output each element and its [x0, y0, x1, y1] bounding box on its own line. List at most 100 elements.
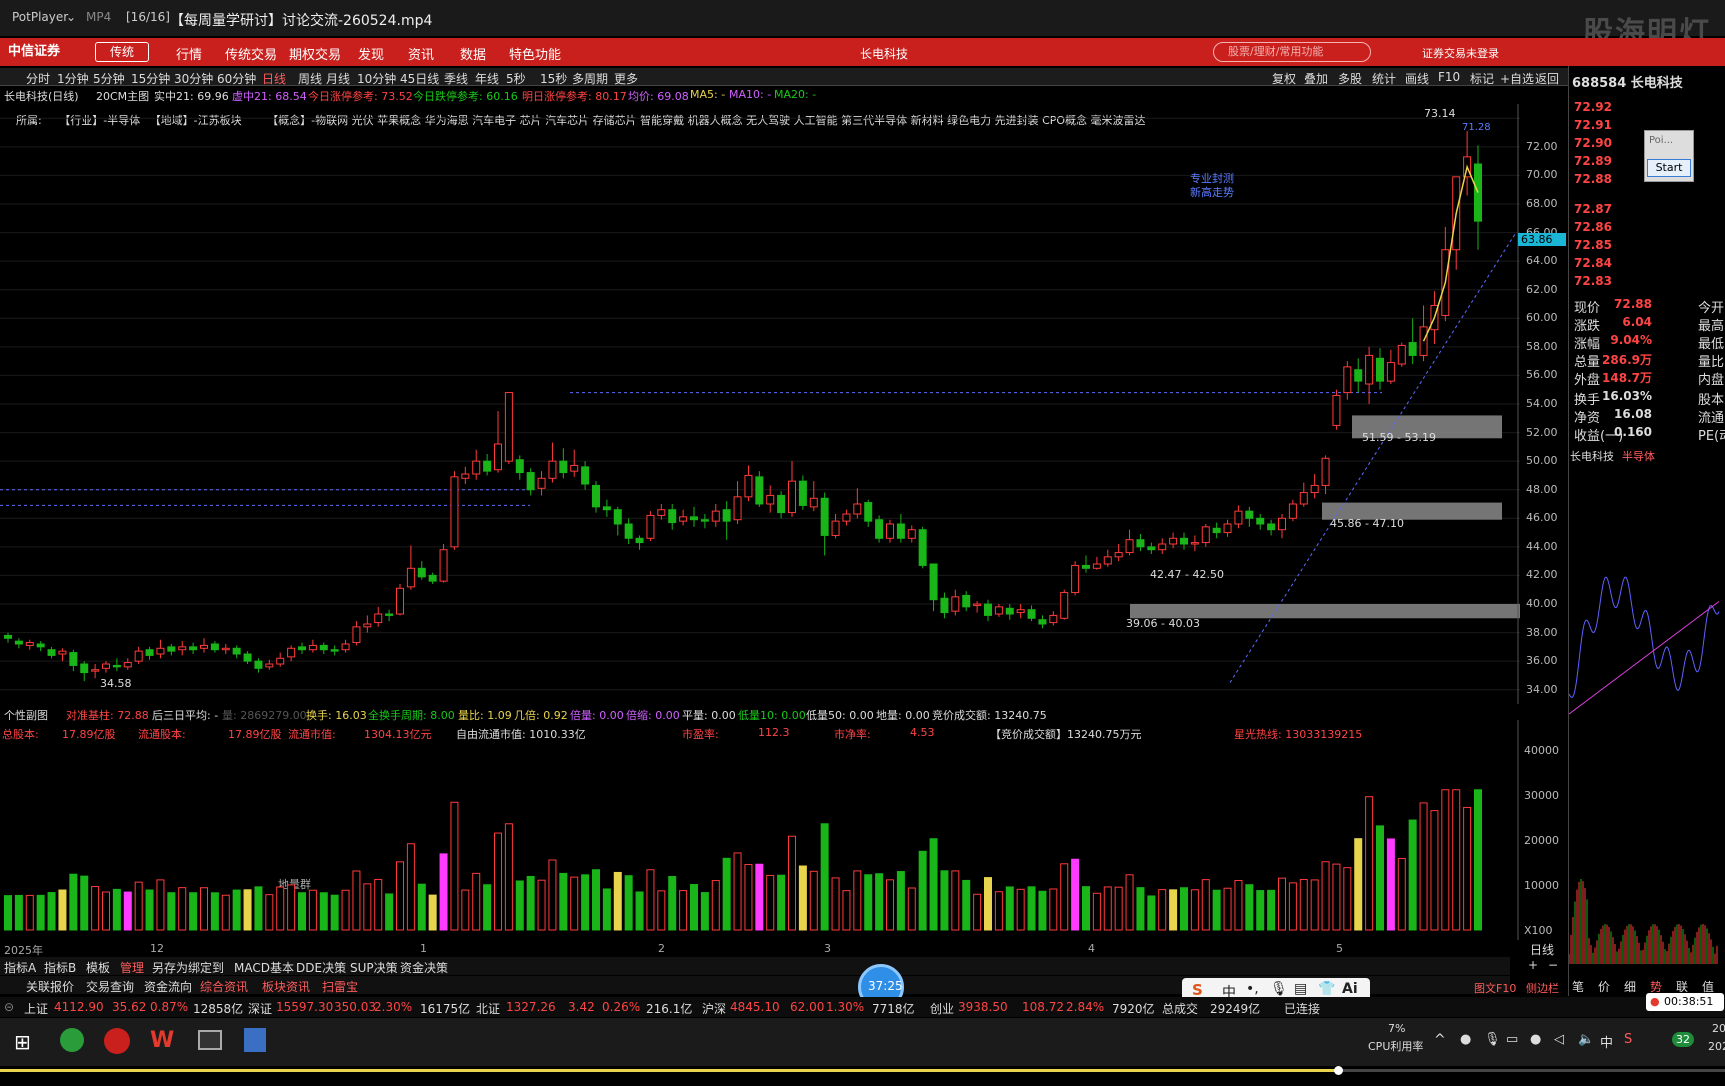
index-sz-label[interactable]: 深证	[248, 1000, 272, 1017]
period-tab-10[interactable]: 45日线	[400, 70, 439, 87]
sogou-tray-icon[interactable]: S	[1624, 1032, 1632, 1047]
menu-item-quote[interactable]: 行情	[176, 44, 202, 63]
minute-chart[interactable]	[1569, 464, 1725, 964]
skin-icon[interactable]: 👕	[1318, 981, 1335, 997]
zoom-out-button[interactable]: −	[1548, 958, 1558, 972]
image-viewer-icon[interactable]	[244, 1028, 266, 1052]
tool-button-1[interactable]: 叠加	[1304, 70, 1328, 87]
main-indicator[interactable]: 20CM主图	[96, 88, 149, 104]
index-sh-label[interactable]: 上证	[24, 1000, 48, 1017]
info-tab-4[interactable]: 板块资讯	[262, 978, 310, 995]
volume-chart[interactable]	[0, 720, 1520, 940]
tool-button-4[interactable]: 画线	[1405, 70, 1429, 87]
menu-item-features[interactable]: 特色功能	[509, 44, 561, 63]
period-tab-7[interactable]: 周线	[298, 70, 322, 87]
windows-start-icon[interactable]: ⊞	[14, 1030, 31, 1054]
menu-item-news[interactable]: 资讯	[408, 44, 434, 63]
quote-panel-tab-0[interactable]: 笔	[1572, 978, 1584, 995]
microphone-icon[interactable]: 🎙	[1270, 981, 1288, 997]
quote-panel-tab-1[interactable]: 价	[1598, 978, 1610, 995]
settings-icon[interactable]: ⊝	[4, 1000, 14, 1014]
mode-dropdown[interactable]: 传统	[95, 42, 149, 62]
period-tab-1[interactable]: 1分钟	[57, 70, 89, 87]
start-button[interactable]: Start	[1647, 159, 1691, 177]
period-tab-4[interactable]: 30分钟	[174, 70, 213, 87]
period-tab-8[interactable]: 月线	[326, 70, 350, 87]
info-tab-5[interactable]: 扫雷宝	[322, 978, 358, 995]
indicator-tab-3[interactable]: 管理	[120, 959, 144, 976]
volume-icon[interactable]: ◁	[1554, 1032, 1564, 1047]
info-tab-1[interactable]: 交易查询	[86, 978, 134, 995]
f10-link[interactable]: 图文F10	[1474, 980, 1516, 996]
app-name[interactable]: PotPlayer	[12, 10, 68, 24]
period-tab-12[interactable]: 年线	[475, 70, 499, 87]
indicator-tab-7[interactable]: DDE决策	[296, 959, 346, 976]
progress-handle[interactable]	[1334, 1066, 1343, 1075]
indicator-tab-6[interactable]: MACD基本	[234, 959, 294, 976]
period-tab-14[interactable]: 15秒	[540, 70, 567, 87]
ai-icon[interactable]: Ai	[1342, 981, 1358, 997]
period-tab-daily[interactable]: 日线	[1530, 941, 1554, 958]
video-progress-bar[interactable]	[0, 1066, 1725, 1086]
menu-item-data[interactable]: 数据	[460, 44, 486, 63]
search-input[interactable]: 股票/理财/常用功能	[1213, 42, 1371, 62]
period-tab-3[interactable]: 15分钟	[131, 70, 170, 87]
menu-item-trade[interactable]: 传统交易	[225, 44, 277, 63]
volume-bar	[646, 869, 655, 931]
indicator-tab-1[interactable]: 指标B	[44, 959, 76, 976]
browser-icon[interactable]	[60, 1028, 84, 1052]
index-hs-label[interactable]: 沪深	[702, 1000, 726, 1017]
menu-item-discover[interactable]: 发现	[358, 44, 384, 63]
quote-panel-tab-2[interactable]: 细	[1624, 978, 1636, 995]
input-lang[interactable]: 中	[1600, 1032, 1613, 1051]
zoom-in-button[interactable]: +	[1528, 958, 1538, 972]
index-bz-label[interactable]: 北证	[476, 1000, 500, 1017]
mic-icon[interactable]: 🎙	[1484, 1032, 1501, 1047]
period-tab-11[interactable]: 季线	[444, 70, 468, 87]
info-tab-2[interactable]: 资金流向	[144, 978, 192, 995]
tool-button-8[interactable]: 返回	[1535, 70, 1559, 87]
notification-badge[interactable]: 32	[1672, 1032, 1694, 1047]
indicator-tab-9[interactable]: 资金决策	[400, 959, 448, 976]
order-level-4: 72.88	[1574, 172, 1612, 186]
period-tab-13[interactable]: 5秒	[506, 70, 526, 87]
info-tab-3[interactable]: 综合资讯	[200, 978, 248, 995]
period-tab-5[interactable]: 60分钟	[217, 70, 256, 87]
period-tab-0[interactable]: 分时	[26, 70, 50, 87]
punctuation-icon[interactable]: •,	[1246, 981, 1259, 997]
wps-icon[interactable]: W	[150, 1028, 174, 1053]
period-tab-2[interactable]: 5分钟	[93, 70, 125, 87]
menu-item-options[interactable]: 期权交易	[289, 44, 341, 63]
sidebar-link[interactable]: 侧边栏	[1526, 980, 1559, 996]
indicator-tab-5[interactable]: 绑定到	[188, 959, 224, 976]
tool-button-2[interactable]: 多股	[1338, 70, 1362, 87]
tool-button-5[interactable]: F10	[1438, 70, 1460, 84]
display-icon[interactable]: ▭	[1506, 1032, 1518, 1047]
broker-app-icon[interactable]	[104, 1028, 130, 1054]
chevron-down-icon[interactable]: ⌄	[66, 10, 76, 24]
period-tab-16[interactable]: 更多	[614, 70, 638, 87]
media-icon[interactable]	[198, 1030, 222, 1050]
speaker-icon[interactable]: 🔈	[1578, 1032, 1594, 1047]
indicator-tab-0[interactable]: 指标A	[4, 959, 36, 976]
index-cy-label[interactable]: 创业	[930, 1000, 954, 1017]
period-tab-6[interactable]: 日线	[262, 70, 286, 87]
indicator-tab-8[interactable]: SUP决策	[350, 959, 398, 976]
ma5: MA5: -	[690, 88, 726, 101]
chevron-up-icon[interactable]: ^	[1434, 1032, 1446, 1048]
tool-button-3[interactable]: 统计	[1372, 70, 1396, 87]
info-tab-0[interactable]: 关联报价	[26, 978, 74, 995]
app-tray-icon[interactable]: ●	[1530, 1032, 1541, 1047]
tool-button-0[interactable]: 复权	[1272, 70, 1296, 87]
period-tab-15[interactable]: 多周期	[572, 70, 608, 87]
tool-button-6[interactable]: 标记	[1470, 70, 1494, 87]
wechat-icon[interactable]: ●	[1460, 1032, 1471, 1047]
indicator-tab-4[interactable]: 另存为	[152, 959, 188, 976]
indicator-tab-2[interactable]: 模板	[86, 959, 110, 976]
candlestick-chart[interactable]	[0, 104, 1520, 704]
period-tab-9[interactable]: 10分钟	[357, 70, 396, 87]
tool-button-7[interactable]: +自选	[1500, 70, 1534, 87]
keyboard-icon[interactable]: ▤	[1294, 981, 1307, 997]
popup-window[interactable]: Poi... Start	[1644, 130, 1694, 182]
login-status[interactable]: 证券交易未登录	[1422, 45, 1499, 61]
